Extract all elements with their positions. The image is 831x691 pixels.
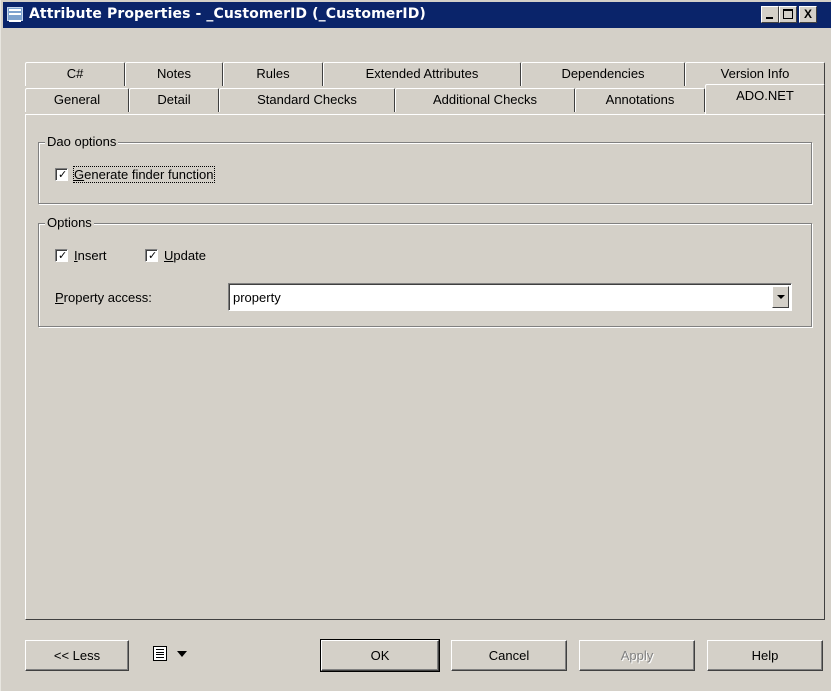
insert-checkbox[interactable]: ✓: [55, 249, 68, 262]
checkmark-icon: ✓: [148, 249, 158, 262]
tab-version-info[interactable]: Version Info: [685, 62, 825, 86]
update-checkbox[interactable]: ✓: [145, 249, 158, 262]
tab-additional-checks[interactable]: Additional Checks: [395, 88, 575, 112]
apply-button[interactable]: Apply: [579, 640, 695, 671]
generate-finder-checkbox-row[interactable]: ✓ Generate finder function: [55, 166, 215, 183]
dao-options-legend: Dao options: [45, 134, 119, 149]
tab-panel-ado-net: Dao options ✓ Generate finder function O…: [25, 114, 825, 620]
less-button[interactable]: << Less: [25, 640, 129, 671]
tab-standard-checks[interactable]: Standard Checks: [219, 88, 395, 112]
list-icon: [153, 646, 167, 661]
tab-general[interactable]: General: [25, 88, 129, 112]
checkmark-icon: ✓: [58, 249, 68, 262]
menu-button[interactable]: [153, 646, 187, 661]
property-access-value: property: [233, 290, 281, 305]
generate-finder-label: Generate finder function: [73, 166, 215, 183]
tab-notes[interactable]: Notes: [125, 62, 223, 86]
tab-ado-net[interactable]: ADO.NET: [705, 84, 825, 114]
close-icon: X: [803, 7, 812, 21]
insert-label: Insert: [74, 248, 107, 263]
tab-annotations[interactable]: Annotations: [575, 88, 705, 112]
property-access-dropdown-button[interactable]: [772, 286, 789, 308]
dao-options-group: Dao options ✓ Generate finder function: [38, 134, 812, 204]
options-group: Options ✓ Insert ✓ Update Property acces…: [38, 215, 812, 327]
cancel-button[interactable]: Cancel: [451, 640, 567, 671]
minimize-button[interactable]: [761, 6, 779, 23]
window-title: Attribute Properties - _CustomerID (_Cus…: [29, 6, 426, 22]
update-checkbox-row[interactable]: ✓ Update: [145, 248, 206, 263]
close-button[interactable]: X: [799, 6, 817, 23]
title-bar[interactable]: Attribute Properties - _CustomerID (_Cus…: [3, 2, 831, 28]
maximize-icon: [783, 9, 793, 19]
options-legend: Options: [45, 215, 94, 230]
help-button[interactable]: Help: [707, 640, 823, 671]
tab-detail[interactable]: Detail: [129, 88, 219, 112]
triangle-down-icon: [177, 650, 187, 657]
update-label: Update: [164, 248, 206, 263]
maximize-button[interactable]: [779, 6, 797, 23]
chevron-down-icon: [777, 295, 785, 299]
tab-rules[interactable]: Rules: [223, 62, 323, 86]
tab-dependencies[interactable]: Dependencies: [521, 62, 685, 86]
dialog-window: Attribute Properties - _CustomerID (_Cus…: [0, 0, 831, 691]
tab-extended-attributes[interactable]: Extended Attributes: [323, 62, 521, 86]
generate-finder-checkbox[interactable]: ✓: [55, 168, 68, 181]
minimize-icon: [766, 17, 773, 19]
insert-checkbox-row[interactable]: ✓ Insert: [55, 248, 107, 263]
property-access-select[interactable]: property: [228, 283, 792, 311]
checkmark-icon: ✓: [58, 168, 68, 181]
ok-button[interactable]: OK: [320, 639, 440, 672]
property-access-label: Property access:: [55, 290, 152, 305]
tab-csharp[interactable]: C#: [25, 62, 125, 86]
app-window-icon: [7, 7, 23, 22]
